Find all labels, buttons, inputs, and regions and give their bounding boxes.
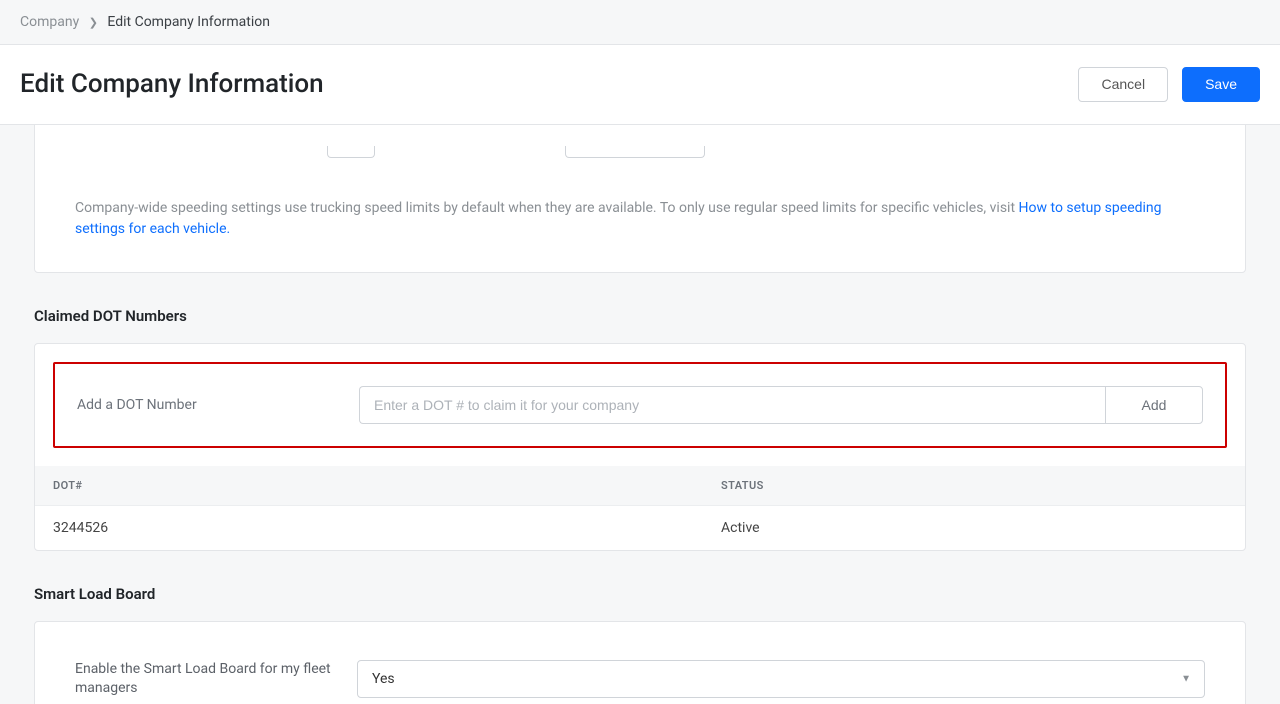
page-title: Edit Company Information bbox=[20, 69, 324, 99]
dot-add-wrap: Add a DOT Number Add bbox=[35, 344, 1245, 466]
dot-cell-dot: 3244526 bbox=[53, 520, 721, 536]
claimed-dot-card: Add a DOT Number Add DOT# STATUS 3244526… bbox=[34, 343, 1246, 551]
speeding-help-text: Company-wide speeding settings use truck… bbox=[75, 198, 1205, 240]
page-header: Edit Company Information Cancel Save bbox=[0, 44, 1280, 125]
breadcrumb-current: Edit Company Information bbox=[107, 14, 270, 30]
add-dot-label: Add a DOT Number bbox=[77, 397, 359, 413]
add-dot-button[interactable]: Add bbox=[1105, 386, 1203, 424]
cancel-button[interactable]: Cancel bbox=[1078, 67, 1168, 102]
breadcrumb: Company ❯ Edit Company Information bbox=[0, 0, 1280, 44]
slb-select-wrap: Yes ▼ bbox=[357, 660, 1205, 698]
smart-load-board-card: Enable the Smart Load Board for my fleet… bbox=[34, 621, 1246, 704]
header-actions: Cancel Save bbox=[1078, 67, 1260, 102]
speeding-help-text-body: Company-wide speeding settings use truck… bbox=[75, 200, 1019, 216]
content-area: Company-wide speeding settings use truck… bbox=[0, 125, 1280, 704]
breadcrumb-company[interactable]: Company bbox=[20, 14, 79, 30]
dot-number-input[interactable] bbox=[359, 386, 1105, 424]
dot-input-group: Add bbox=[359, 386, 1203, 424]
dot-table-header: DOT# STATUS bbox=[35, 466, 1245, 505]
speeding-field-remnants bbox=[327, 146, 1205, 158]
section-heading-slb: Smart Load Board bbox=[34, 585, 1246, 603]
dot-cell-status: Active bbox=[721, 520, 1227, 536]
section-heading-dot: Claimed DOT Numbers bbox=[34, 307, 1246, 325]
table-row: 3244526 Active bbox=[35, 505, 1245, 550]
speeding-settings-card: Company-wide speeding settings use truck… bbox=[34, 125, 1246, 273]
dot-col-header-dot: DOT# bbox=[53, 479, 721, 492]
save-button[interactable]: Save bbox=[1182, 67, 1260, 102]
add-dot-highlight: Add a DOT Number Add bbox=[53, 362, 1227, 448]
slb-enable-select[interactable]: Yes bbox=[357, 660, 1205, 698]
select-remnant bbox=[565, 146, 705, 158]
input-remnant bbox=[327, 146, 375, 158]
slb-enable-label: Enable the Smart Load Board for my fleet… bbox=[75, 660, 357, 699]
dot-col-header-status: STATUS bbox=[721, 479, 1227, 492]
chevron-right-icon: ❯ bbox=[89, 16, 98, 29]
